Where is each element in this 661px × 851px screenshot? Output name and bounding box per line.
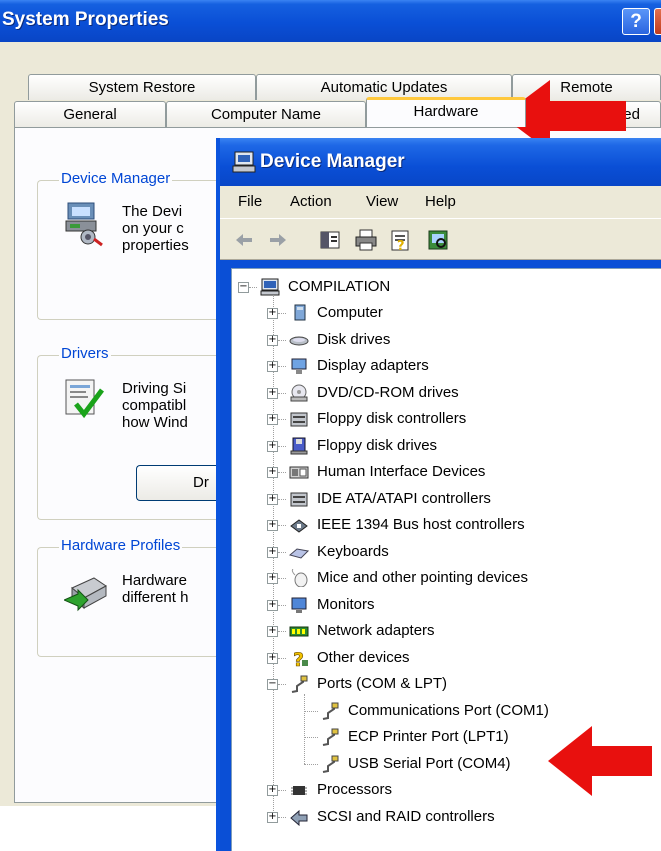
scsi-icon <box>290 809 308 826</box>
display-adapter-icon <box>291 358 307 374</box>
port-icon <box>322 702 339 720</box>
system-properties-titlebar[interactable]: System Properties ? <box>0 0 661 42</box>
expand-toggle[interactable]: + <box>267 387 278 399</box>
processor-icon <box>291 786 307 795</box>
floppy-controller-icon <box>290 412 308 427</box>
menu-action[interactable]: Action <box>290 193 332 210</box>
expand-toggle[interactable]: + <box>267 334 278 346</box>
tab-general[interactable]: General <box>14 101 166 127</box>
device-manager-title-icon <box>232 151 256 173</box>
expand-toggle[interactable]: + <box>267 652 278 664</box>
expand-toggle[interactable]: + <box>267 493 278 505</box>
disk-drive-icon <box>289 336 309 345</box>
device-manager-group: Device Manager The Devi on your c proper… <box>37 170 237 320</box>
port-icon <box>291 675 308 693</box>
driver-signing-button[interactable]: Dr <box>136 465 226 501</box>
floppy-drive-icon <box>290 437 308 454</box>
keyboard-icon <box>289 547 309 559</box>
drivers-description: Driving Si compatibl how Wind <box>122 380 188 431</box>
svg-text:?: ? <box>397 239 405 252</box>
driver-signing-icon <box>65 379 104 419</box>
hid-icon <box>289 466 309 479</box>
cdrom-icon <box>290 384 308 401</box>
menu-view[interactable]: View <box>366 193 398 210</box>
mouse-icon <box>291 569 308 587</box>
device-manager-icon <box>65 202 103 247</box>
computer-icon <box>260 278 280 296</box>
back-arrow-icon[interactable] <box>232 228 256 252</box>
expand-toggle[interactable]: + <box>267 467 278 478</box>
hardware-profiles-icon <box>64 577 107 612</box>
red-arrow-icon <box>548 726 652 796</box>
expand-toggle[interactable]: + <box>267 785 278 796</box>
network-adapter-icon <box>289 626 309 637</box>
toolbar: ? <box>220 218 661 260</box>
print-icon[interactable] <box>354 228 378 252</box>
group-label: Drivers <box>59 345 111 362</box>
port-icon <box>322 728 339 746</box>
ieee1394-icon <box>290 519 308 533</box>
properties-icon[interactable]: ? <box>388 228 412 252</box>
forward-arrow-icon[interactable] <box>266 228 290 252</box>
expand-toggle[interactable]: + <box>267 573 278 584</box>
hardware-profiles-description: Hardware different h <box>122 572 189 606</box>
other-devices-icon: ? <box>293 649 308 667</box>
tab-system-restore[interactable]: System Restore <box>28 74 256 100</box>
tab-computer-name[interactable]: Computer Name <box>166 101 366 127</box>
expand-toggle[interactable]: + <box>267 308 278 319</box>
computer-icon <box>294 304 306 321</box>
scan-hardware-icon[interactable] <box>426 228 450 252</box>
monitor-icon <box>291 597 307 613</box>
menu-bar: File Action View Help <box>220 186 661 218</box>
port-icon <box>322 755 339 773</box>
expand-toggle[interactable]: + <box>267 520 278 531</box>
window-title: Device Manager <box>260 151 405 172</box>
tab-hardware[interactable]: Hardware <box>366 97 526 127</box>
expand-toggle[interactable]: + <box>267 546 278 558</box>
collapse-toggle[interactable]: − <box>238 282 249 293</box>
window-title: System Properties <box>2 9 169 30</box>
ide-controller-icon <box>290 492 308 506</box>
show-hide-console-tree-icon[interactable] <box>318 228 342 252</box>
help-button[interactable]: ? <box>622 8 650 35</box>
device-manager-description: The Devi on your c properties <box>122 203 189 254</box>
expand-toggle[interactable]: + <box>267 414 278 425</box>
expand-toggle[interactable]: + <box>267 361 278 372</box>
hardware-profiles-group: Hardware Profiles Hardware different h <box>37 537 237 657</box>
expand-toggle[interactable]: + <box>267 599 278 611</box>
close-button[interactable] <box>654 8 661 35</box>
collapse-toggle[interactable]: − <box>267 679 278 690</box>
group-label: Device Manager <box>59 170 173 187</box>
group-label: Hardware Profiles <box>59 537 183 554</box>
menu-file[interactable]: File <box>238 193 262 210</box>
expand-toggle[interactable]: + <box>267 626 278 637</box>
expand-toggle[interactable]: + <box>267 811 278 823</box>
device-manager-titlebar[interactable]: Device Manager <box>220 138 661 186</box>
menu-help[interactable]: Help <box>425 193 456 210</box>
expand-toggle[interactable]: + <box>267 440 278 452</box>
